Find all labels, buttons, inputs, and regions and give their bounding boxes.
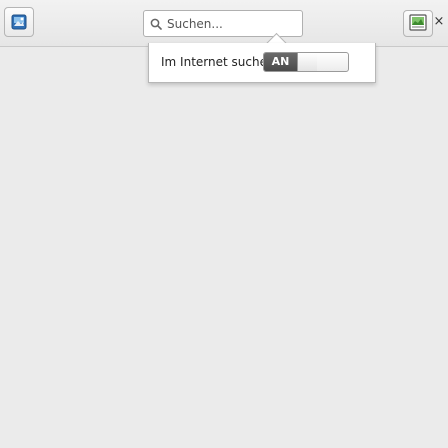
photo-button[interactable] (4, 7, 34, 37)
close-button[interactable]: × (432, 15, 446, 29)
search-popup: Im Internet suchen AN (148, 43, 376, 83)
frame-icon (409, 14, 427, 31)
frame-button[interactable] (403, 10, 433, 37)
search-icon (150, 18, 162, 30)
internet-search-label: Im Internet suchen (161, 55, 275, 69)
toggle-on-label: AN (264, 53, 297, 71)
photo-icon (11, 14, 27, 30)
toggle-knob (297, 53, 317, 71)
search-placeholder: Suchen... (167, 16, 223, 31)
search-field[interactable]: Suchen... (143, 10, 303, 37)
toolbar: Suchen... × (0, 0, 448, 47)
internet-search-toggle[interactable]: AN (263, 52, 349, 72)
